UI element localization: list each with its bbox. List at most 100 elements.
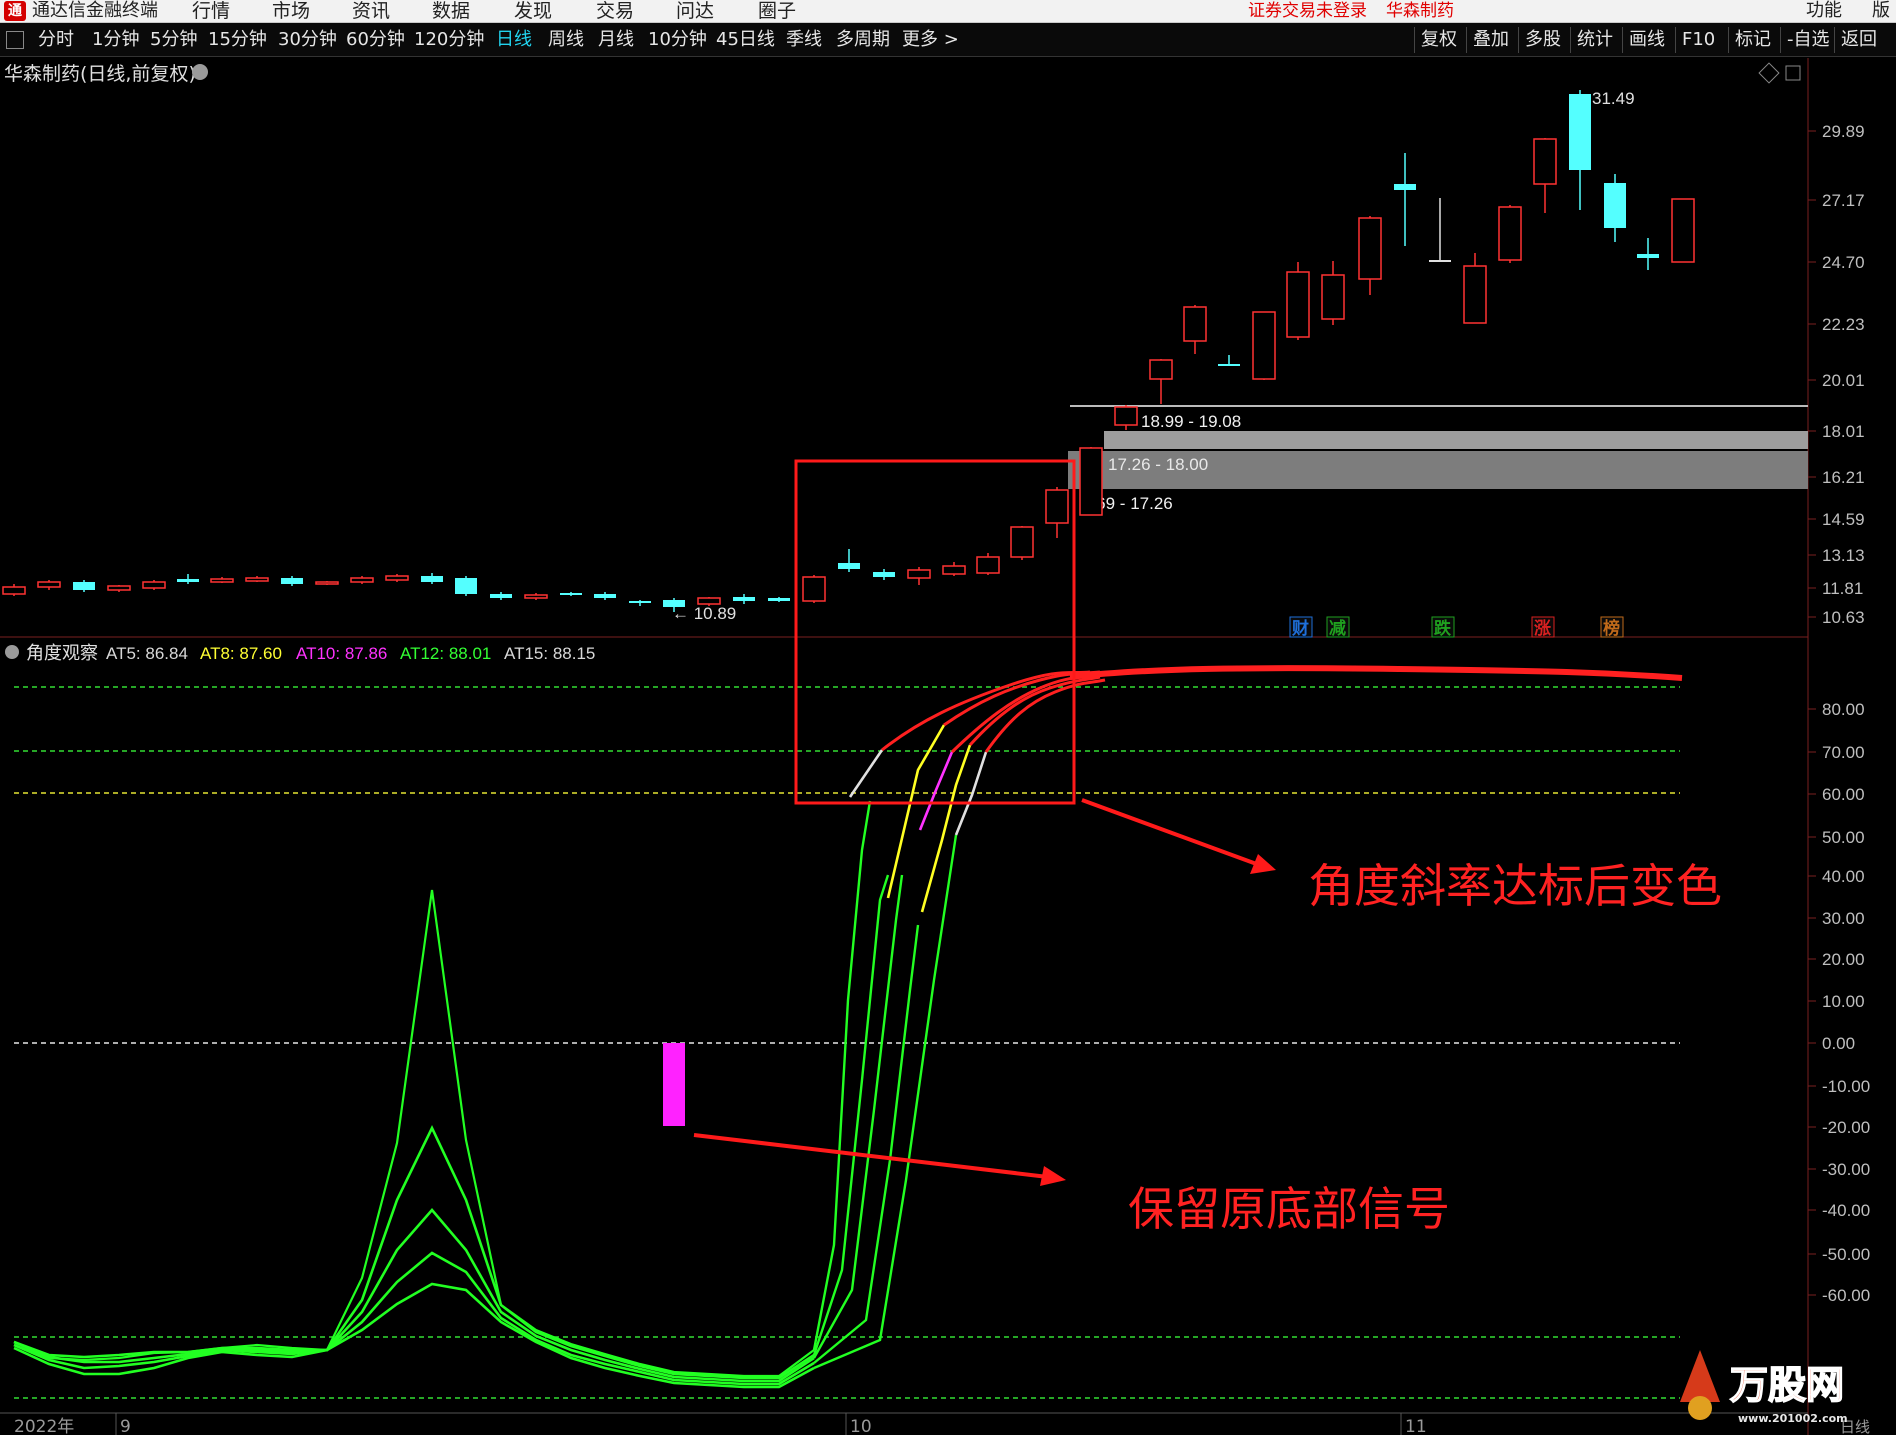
indicator-lines bbox=[13, 665, 1683, 1389]
price-tick-label: 14.59 bbox=[1822, 510, 1865, 529]
title-dropdown-icon[interactable] bbox=[192, 64, 208, 80]
bottom-signal-bar bbox=[663, 1043, 685, 1126]
candle-up bbox=[1114, 406, 1138, 426]
date-axis-month: 11 bbox=[1405, 1417, 1427, 1435]
indicator-tick-label: -60.00 bbox=[1822, 1286, 1870, 1305]
candle-up bbox=[142, 581, 166, 589]
candle-up bbox=[976, 556, 1000, 574]
candle-down bbox=[177, 579, 199, 582]
price-tick-label: 20.01 bbox=[1822, 371, 1865, 390]
candle-up bbox=[1010, 526, 1034, 558]
zone-label: 18.99 - 19.08 bbox=[1141, 412, 1241, 431]
indicator-value: AT5: 86.84 bbox=[106, 644, 188, 663]
candle-up bbox=[1079, 447, 1103, 516]
candle-down bbox=[281, 578, 303, 584]
indicator-value: AT10: 87.86 bbox=[296, 644, 387, 663]
indicator-line-base bbox=[13, 1282, 815, 1389]
candle-up bbox=[315, 581, 339, 585]
window-icon[interactable] bbox=[1785, 65, 1801, 81]
zone-line bbox=[1070, 405, 1808, 407]
candle-up bbox=[245, 577, 269, 582]
event-marker-label: 减 bbox=[1329, 618, 1346, 639]
indicator-tick-label: 30.00 bbox=[1822, 909, 1865, 928]
indicator-tick-label: -30.00 bbox=[1822, 1160, 1870, 1179]
candle-up bbox=[942, 565, 966, 575]
candle-up bbox=[1286, 271, 1310, 338]
price-tick-label: 29.89 bbox=[1822, 122, 1865, 141]
indicator-tick-label: 50.00 bbox=[1822, 828, 1865, 847]
candle-down bbox=[73, 582, 95, 590]
indicator-tick-label: 80.00 bbox=[1822, 700, 1865, 719]
date-axis-month: 9 bbox=[120, 1417, 131, 1435]
candle-up bbox=[37, 581, 61, 588]
indicator-name: 角度观察 bbox=[26, 643, 98, 664]
indicator-value: AT15: 88.15 bbox=[504, 644, 595, 663]
indicator-tick-label: 70.00 bbox=[1822, 743, 1865, 762]
indicator-tick-label: -50.00 bbox=[1822, 1245, 1870, 1264]
indicator-tick-label: 60.00 bbox=[1822, 785, 1865, 804]
zone-band bbox=[1104, 431, 1808, 449]
high-price-label: 31.49 bbox=[1592, 89, 1635, 108]
candle-up bbox=[210, 578, 234, 583]
candle-down bbox=[1569, 94, 1591, 170]
indicator-tick-label: 40.00 bbox=[1822, 867, 1865, 886]
arrow-head-icon bbox=[1040, 1166, 1066, 1186]
date-axis-year: 2022年 bbox=[14, 1417, 74, 1435]
indicator-tick-label: 0.00 bbox=[1822, 1034, 1855, 1053]
watermark-url: www.201002.com bbox=[1738, 1412, 1848, 1425]
candle-down bbox=[768, 598, 790, 601]
candle-up bbox=[1252, 311, 1276, 380]
candle-up bbox=[2, 586, 26, 595]
price-tick-label: 24.70 bbox=[1822, 253, 1865, 272]
event-marker-label: 榜 bbox=[1603, 618, 1620, 639]
candle-up bbox=[1149, 359, 1173, 380]
candle-up bbox=[1321, 274, 1345, 320]
indicator-tick-label: 10.00 bbox=[1822, 992, 1865, 1011]
candle-up bbox=[1463, 265, 1487, 324]
watermark-logo-icon bbox=[1680, 1350, 1720, 1402]
price-tick-label: 11.81 bbox=[1822, 579, 1863, 598]
event-marker-label: 涨 bbox=[1534, 619, 1551, 639]
candle-down bbox=[560, 593, 582, 595]
candle-down bbox=[421, 576, 443, 582]
indicator-line-strong bbox=[881, 670, 1091, 752]
price-tick-label: 18.01 bbox=[1822, 422, 1865, 441]
annotation-arrow bbox=[1081, 798, 1263, 868]
candle-up bbox=[1498, 206, 1522, 261]
indicator-line-strong bbox=[1069, 665, 1683, 681]
candle-up bbox=[524, 594, 548, 599]
indicator-tick-label: -40.00 bbox=[1822, 1201, 1870, 1220]
candle-down bbox=[838, 563, 860, 569]
candle-up bbox=[1183, 306, 1207, 342]
low-price-label: ← 10.89 bbox=[672, 604, 736, 623]
indicator-tick-label: -10.00 bbox=[1822, 1077, 1870, 1096]
indicator-line-transition bbox=[920, 744, 972, 913]
event-marker-label: 跌 bbox=[1434, 619, 1452, 639]
price-tick-label: 13.13 bbox=[1822, 546, 1865, 565]
zone-label: 17.26 - 18.00 bbox=[1108, 455, 1208, 474]
indicator-line-rise bbox=[812, 874, 890, 1356]
candle-up bbox=[1533, 138, 1557, 185]
candle-up bbox=[907, 569, 931, 579]
indicator-line-base bbox=[13, 1124, 815, 1380]
candle-up bbox=[385, 575, 409, 581]
candle-up bbox=[107, 585, 131, 591]
indicator-value: AT8: 87.60 bbox=[200, 644, 282, 663]
indicator-line-transition bbox=[848, 749, 884, 798]
indicator-value: AT12: 88.01 bbox=[400, 644, 491, 663]
candle-up bbox=[1045, 489, 1069, 524]
diamond-icon[interactable] bbox=[1758, 62, 1780, 84]
candlestick-series: 31.49 ← 10.89 bbox=[2, 89, 1695, 623]
price-tick-label: 22.23 bbox=[1822, 315, 1865, 334]
main-chart-title: 华森制药(日线,前复权) bbox=[4, 63, 196, 85]
candle-down bbox=[733, 597, 755, 601]
indicator-dropdown-icon[interactable] bbox=[5, 645, 19, 659]
candle-down bbox=[455, 578, 477, 594]
candle-up bbox=[802, 576, 826, 602]
candle-down bbox=[490, 594, 512, 598]
annotation-bottom-note: 保留原底部信号 bbox=[1128, 1182, 1450, 1236]
candle-up bbox=[350, 577, 374, 583]
date-axis-month: 10 bbox=[850, 1417, 872, 1435]
chart-area[interactable]: 29.89 27.17 24.70 22.23 20.01 18.01 16.21 14.59… bbox=[0, 0, 1896, 1435]
indicator-line-rise bbox=[813, 924, 920, 1364]
